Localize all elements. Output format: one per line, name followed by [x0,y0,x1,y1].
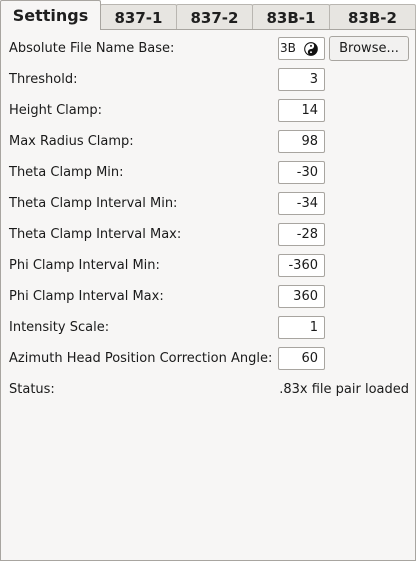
browse-button[interactable]: Browse... [329,36,409,61]
theta-clamp-min-label: Theta Clamp Min: [9,165,124,180]
azimuth-correction-label: Azimuth Head Position Correction Angle: [9,351,273,366]
file-base-row: Absolute File Name Base: 3B Browse... [9,36,409,61]
theta-clamp-interval-min-label: Theta Clamp Interval Min: [9,196,178,211]
settings-panel: Absolute File Name Base: 3B Browse... Th… [0,29,416,561]
tab-bar: Settings 837-1 837-2 83B-1 83B-2 [0,0,416,30]
phi-clamp-interval-min-label: Phi Clamp Interval Min: [9,258,160,273]
theta-clamp-interval-max-row: Theta Clamp Interval Max: -28 [9,223,409,247]
intensity-scale-row: Intensity Scale: 1 [9,316,409,340]
settings-window: Settings 837-1 837-2 83B-1 83B-2 Absolut… [0,0,416,561]
tab-83b-1[interactable]: 83B-1 [252,4,330,30]
status-value: .83x file pair loaded [279,382,409,397]
theta-clamp-min-input[interactable]: -30 [278,161,325,184]
azimuth-correction-input[interactable]: 60 [278,347,325,370]
intensity-scale-input[interactable]: 1 [278,316,325,339]
theta-clamp-interval-max-input[interactable]: -28 [278,223,325,246]
theta-clamp-interval-min-input[interactable]: -34 [278,192,325,215]
height-clamp-row: Height Clamp: 14 [9,99,409,123]
azimuth-correction-row: Azimuth Head Position Correction Angle: … [9,347,409,371]
phi-clamp-interval-min-row: Phi Clamp Interval Min: -360 [9,254,409,278]
tab-83b-2[interactable]: 83B-2 [329,4,416,30]
theta-clamp-interval-min-row: Theta Clamp Interval Min: -34 [9,192,409,216]
file-base-value: 3B [280,41,296,55]
yin-yang-icon [304,42,318,56]
file-base-label: Absolute File Name Base: [9,41,175,56]
height-clamp-label: Height Clamp: [9,103,103,118]
threshold-label: Threshold: [9,72,78,87]
phi-clamp-interval-max-input[interactable]: 360 [278,285,325,308]
phi-clamp-interval-max-row: Phi Clamp Interval Max: 360 [9,285,409,309]
phi-clamp-interval-max-label: Phi Clamp Interval Max: [9,289,164,304]
tab-837-1[interactable]: 837-1 [100,4,177,30]
status-row: Status: .83x file pair loaded [9,378,409,402]
theta-clamp-min-row: Theta Clamp Min: -30 [9,161,409,185]
threshold-input[interactable]: 3 [278,68,325,91]
threshold-row: Threshold: 3 [9,68,409,92]
file-base-field[interactable]: 3B [278,37,325,60]
max-radius-clamp-input[interactable]: 98 [278,130,325,153]
height-clamp-input[interactable]: 14 [278,99,325,122]
status-label: Status: [9,382,55,397]
max-radius-clamp-row: Max Radius Clamp: 98 [9,130,409,154]
phi-clamp-interval-min-input[interactable]: -360 [278,254,325,277]
max-radius-clamp-label: Max Radius Clamp: [9,134,134,149]
theta-clamp-interval-max-label: Theta Clamp Interval Max: [9,227,182,242]
intensity-scale-label: Intensity Scale: [9,320,110,335]
tab-837-2[interactable]: 837-2 [176,4,253,30]
tab-settings[interactable]: Settings [0,0,101,30]
